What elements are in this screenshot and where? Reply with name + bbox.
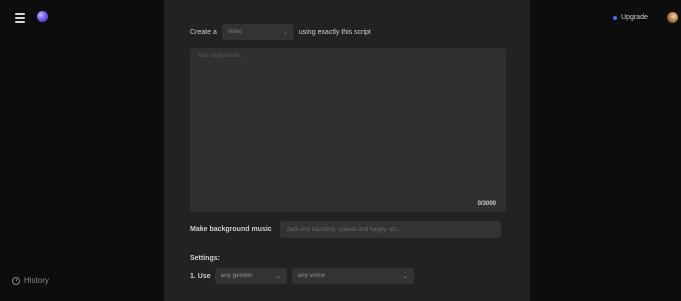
menu-icon[interactable] [14, 12, 26, 24]
music-input[interactable]: dark and haunting, upbeat and happy, etc… [279, 221, 501, 238]
script-textarea[interactable]: Your script here... 0/3000 [190, 48, 506, 212]
gender-value: any gender [220, 273, 253, 279]
create-prefix: Create a [190, 28, 217, 36]
gender-select[interactable]: any gender ⌄ [214, 268, 287, 284]
create-row: Create a video ⌄ using exactly this scri… [190, 24, 371, 40]
right-area: Upgrade [530, 0, 681, 301]
chevron-down-icon: ⌄ [282, 29, 288, 36]
music-placeholder: dark and haunting, upbeat and happy, etc… [286, 226, 403, 233]
main-panel: Create a video ⌄ using exactly this scri… [164, 0, 530, 301]
use-label: 1. Use [190, 272, 211, 280]
upgrade-button[interactable]: Upgrade [613, 14, 648, 21]
music-label: Make background music [190, 226, 272, 233]
settings-label: Settings: [190, 255, 220, 262]
chevron-down-icon: ⌄ [275, 273, 281, 280]
avatar[interactable] [667, 12, 678, 23]
music-row: Make background music dark and haunting,… [190, 221, 501, 238]
voice-select[interactable]: any voice ⌄ [291, 268, 414, 284]
upgrade-label: Upgrade [621, 14, 648, 21]
content-type-select[interactable]: video ⌄ [221, 24, 294, 40]
create-suffix: using exactly this script [298, 28, 371, 36]
history-label: History [24, 276, 49, 285]
dot-icon [613, 15, 617, 20]
logo-icon[interactable] [37, 11, 48, 22]
app-window: History Create a video ⌄ using exactly t… [0, 0, 681, 301]
sidebar: History [0, 0, 164, 301]
char-count: 0/3000 [477, 201, 496, 207]
content-type-value: video [227, 29, 243, 35]
script-placeholder: Your script here... [197, 53, 244, 59]
chevron-down-icon: ⌄ [402, 273, 408, 280]
voice-value: any voice [297, 273, 325, 279]
use-row: 1. Use any gender ⌄ any voice ⌄ [190, 268, 414, 284]
history-link[interactable]: History [12, 276, 49, 285]
clock-icon [12, 276, 20, 285]
